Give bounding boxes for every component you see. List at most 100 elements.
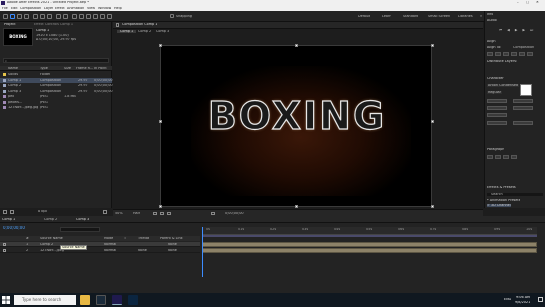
flow-tab-comp-3[interactable]: Comp 3 [156, 30, 169, 33]
col-frame-rate[interactable]: Frame R... [76, 67, 93, 70]
tab-composition[interactable]: Composition Comp 1 [122, 23, 157, 26]
align-top-button[interactable] [511, 52, 517, 56]
align-to-select[interactable]: Composition [513, 46, 534, 49]
menu-view[interactable]: View [87, 7, 95, 10]
workspace-small-screen[interactable]: Small Screen [428, 15, 450, 18]
flow-tab-comp-2[interactable]: Comp 2 [138, 30, 151, 33]
playhead[interactable] [202, 227, 203, 277]
col-in-point[interactable]: In Point [94, 67, 107, 70]
taskbar-search-input[interactable]: Type here to search [14, 295, 76, 305]
col-type[interactable]: Type [40, 67, 48, 70]
transform-handle-t[interactable] [295, 44, 298, 47]
layer-row[interactable]: 2 1ZTN89...jpeg Normal None None [0, 248, 200, 253]
layer-duration-bar[interactable] [202, 247, 537, 253]
layer-name[interactable]: Comp 2 [40, 243, 53, 246]
clock-date[interactable]: 9/8/2021 [515, 301, 530, 304]
pen-tool-icon[interactable] [63, 14, 68, 19]
visibility-eye-icon[interactable] [3, 243, 6, 246]
kerning-field[interactable] [487, 106, 507, 110]
roto-brush-tool-icon[interactable] [100, 14, 105, 19]
col-trkmat[interactable]: TrkMat [138, 237, 149, 240]
project-item-row[interactable]: Comp 3 Composition 29.97 0;00;00;00 [0, 89, 113, 94]
clone-stamp-tool-icon[interactable] [86, 14, 91, 19]
col-name[interactable]: Name [8, 67, 18, 70]
transform-handle-tr[interactable] [431, 44, 434, 47]
vertical-scale-field[interactable] [487, 121, 507, 125]
workspace-learn[interactable]: Learn [382, 15, 391, 18]
timeline-tab-comp-1[interactable]: Comp 1 [2, 218, 15, 221]
workspace-libraries[interactable]: Libraries [458, 15, 473, 18]
transform-handle-bl[interactable] [159, 205, 162, 208]
align-bottom-button[interactable] [527, 52, 533, 56]
menu-edit[interactable]: Edit [11, 7, 18, 10]
pan-behind-tool-icon[interactable] [47, 14, 52, 19]
justify-right-button[interactable] [503, 155, 509, 159]
new-folder-icon[interactable] [3, 210, 7, 214]
align-center-button[interactable] [495, 52, 501, 56]
new-comp-icon[interactable] [10, 210, 14, 214]
menu-animation[interactable]: Animation [67, 7, 84, 10]
task-view-icon[interactable] [80, 295, 90, 305]
eraser-tool-icon[interactable] [93, 14, 98, 19]
file-explorer-icon[interactable] [96, 295, 106, 305]
maximize-icon[interactable]: □ [526, 1, 529, 4]
region-of-interest-icon[interactable] [153, 212, 157, 215]
effects-search-input[interactable]: Search [487, 193, 543, 197]
lock-icon[interactable] [116, 23, 119, 27]
audio-tab[interactable]: Audio [487, 19, 497, 22]
bit-depth-label[interactable]: 8 bpc [38, 210, 47, 213]
transform-handle-br[interactable] [431, 205, 434, 208]
type-tool-icon[interactable] [72, 14, 77, 19]
photoshop-taskbar-icon[interactable] [128, 295, 138, 305]
timeline-tab-comp-3[interactable]: Comp 3 [76, 218, 89, 221]
home-icon[interactable] [3, 14, 8, 19]
work-area-bar[interactable] [202, 235, 537, 237]
transparency-grid-icon[interactable] [160, 212, 164, 215]
current-time-display[interactable]: 0;00;00;00 [3, 226, 25, 230]
timeline-search-input[interactable] [60, 227, 100, 232]
layer-parent[interactable]: None [168, 249, 177, 252]
effects-tree-animation-presets[interactable]: * Animation Presets [487, 199, 520, 202]
rotate-tool-icon[interactable] [33, 14, 38, 19]
menu-file[interactable]: File [2, 7, 8, 10]
workspace-standard[interactable]: Standard [403, 15, 418, 18]
transform-handle-l[interactable] [159, 120, 162, 123]
info-tab[interactable]: Info [487, 13, 493, 16]
language-indicator[interactable]: ENG [504, 298, 511, 301]
layer-trkmat[interactable]: None [138, 249, 147, 252]
camera-tool-icon[interactable] [40, 14, 45, 19]
zoom-tool-icon[interactable] [24, 14, 29, 19]
project-item-row[interactable]: 1ZTN89...jpeg.jpg JPEG [0, 105, 112, 110]
minimize-icon[interactable]: – [517, 1, 519, 4]
notification-icon[interactable] [538, 297, 543, 302]
menu-help[interactable]: Help [114, 7, 122, 10]
menu-composition[interactable]: Composition [20, 7, 41, 10]
comp-canvas[interactable]: BOXING [160, 45, 432, 207]
menu-layer[interactable]: Layer [44, 7, 53, 10]
leading-field[interactable] [513, 99, 533, 103]
layer-mode[interactable]: Normal [104, 243, 116, 246]
layer-duration-bar[interactable] [202, 242, 537, 247]
col-source-name[interactable]: Source Name [40, 237, 63, 240]
project-item-row[interactable]: Solids Folder [0, 72, 112, 77]
workspace-default[interactable]: Default [358, 15, 370, 18]
layer-mode[interactable]: Normal [104, 249, 116, 252]
puppet-tool-icon[interactable] [107, 14, 112, 19]
close-icon[interactable]: ✕ [536, 1, 539, 4]
project-search-input[interactable]: ⌕ [3, 58, 109, 63]
selection-tool-icon[interactable] [10, 14, 15, 19]
workspace-overflow-icon[interactable]: » [480, 15, 482, 18]
tracking-field[interactable] [513, 106, 533, 110]
hand-tool-icon[interactable] [17, 14, 22, 19]
horizontal-scale-field[interactable] [513, 121, 533, 125]
magnification-select[interactable]: 50% [115, 212, 123, 215]
col-size[interactable]: Size [64, 67, 71, 70]
snapshot-icon[interactable] [211, 212, 215, 215]
transform-handle-r[interactable] [431, 120, 434, 123]
justify-all-button[interactable] [511, 155, 517, 159]
project-item-row[interactable]: Comp 2 Composition 29.97 0;00;00;00 [0, 83, 113, 88]
align-left-button[interactable] [487, 52, 493, 56]
align-middle-button[interactable] [519, 52, 525, 56]
snapping-checkbox[interactable] [170, 14, 174, 18]
flow-tab-comp-1[interactable]: Comp 1 [117, 30, 137, 34]
